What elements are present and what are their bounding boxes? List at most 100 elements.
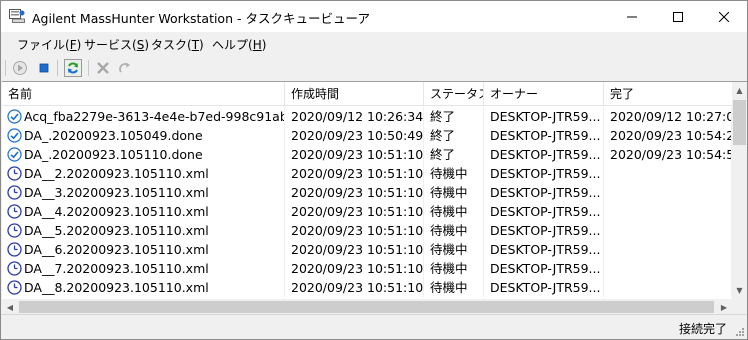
cell-completed: 2020/09/23 10:54:26 bbox=[604, 126, 732, 145]
maximize-icon bbox=[673, 11, 683, 22]
cell-name: DA__8.20200923.105110.xml bbox=[2, 278, 285, 297]
redo-icon bbox=[119, 62, 130, 73]
main-window: Agilent MassHunter Workstation - タスクキュービ… bbox=[0, 0, 748, 340]
cell-name: DA__3.20200923.105110.xml bbox=[2, 183, 285, 202]
delete-button[interactable] bbox=[94, 59, 112, 77]
cell-completed bbox=[604, 259, 732, 278]
scroll-right-arrow-icon[interactable]: ▶ bbox=[716, 299, 732, 314]
column-header-created[interactable]: 作成時間 bbox=[285, 82, 424, 106]
menu-service[interactable]: サービス(S) bbox=[84, 36, 149, 53]
cell-status: 終了 bbox=[424, 107, 484, 126]
cell-created: 2020/09/12 10:26:34 bbox=[285, 107, 424, 126]
cell-created: 2020/09/23 10:51:10 bbox=[285, 240, 424, 259]
table-row[interactable]: DA_.20200923.105110.done 2020/09/23 10:51… bbox=[2, 145, 732, 164]
cell-created: 2020/09/23 10:51:10 bbox=[285, 145, 424, 164]
cell-name: DA__7.20200923.105110.xml bbox=[2, 259, 285, 278]
resize-grip-icon[interactable] bbox=[734, 326, 745, 337]
cell-name: DA_.20200923.105049.done bbox=[2, 126, 285, 145]
cell-owner: DESKTOP-JTR59... bbox=[484, 221, 604, 240]
minimize-icon bbox=[627, 16, 637, 17]
cell-owner: DESKTOP-JTR59... bbox=[484, 183, 604, 202]
table-row[interactable]: DA__7.20200923.105110.xml 2020/09/23 10:5… bbox=[2, 259, 732, 278]
app-icon bbox=[9, 9, 25, 23]
table-row[interactable]: DA_.20200923.105049.done 2020/09/23 10:50… bbox=[2, 126, 732, 145]
close-button[interactable] bbox=[701, 1, 747, 32]
maximize-button[interactable] bbox=[655, 1, 701, 32]
cell-created: 2020/09/23 10:51:10 bbox=[285, 202, 424, 221]
cell-completed bbox=[604, 221, 732, 240]
cell-completed bbox=[604, 183, 732, 202]
horizontal-scroll-thumb[interactable] bbox=[19, 301, 714, 313]
table-row[interactable]: DA__4.20200923.105110.xml 2020/09/23 10:5… bbox=[2, 202, 732, 221]
scrollbar-corner bbox=[732, 299, 747, 314]
cell-status: 待機中 bbox=[424, 164, 484, 183]
stop-button[interactable] bbox=[35, 59, 53, 77]
menu-task[interactable]: タスク(T) bbox=[151, 36, 204, 53]
column-header-name[interactable]: 名前 bbox=[2, 82, 285, 106]
cell-created: 2020/09/23 10:51:10 bbox=[285, 183, 424, 202]
cell-owner: DESKTOP-JTR59... bbox=[484, 107, 604, 126]
cell-created: 2020/09/23 10:51:10 bbox=[285, 278, 424, 297]
cell-completed bbox=[604, 202, 732, 221]
status-bar: 接続完了 bbox=[1, 314, 747, 339]
cell-owner: DESKTOP-JTR59... bbox=[484, 202, 604, 221]
cell-status: 待機中 bbox=[424, 183, 484, 202]
vertical-scrollbar[interactable]: ▲ ▼ bbox=[732, 82, 747, 299]
start-button[interactable] bbox=[11, 59, 29, 77]
horizontal-scrollbar[interactable]: ◀ ▶ bbox=[2, 299, 732, 314]
toolbar-separator bbox=[88, 60, 89, 76]
cell-name: DA__6.20200923.105110.xml bbox=[2, 240, 285, 259]
table-row[interactable]: DA__8.20200923.105110.xml 2020/09/23 10:5… bbox=[2, 278, 732, 297]
table-row[interactable]: DA__3.20200923.105110.xml 2020/09/23 10:5… bbox=[2, 183, 732, 202]
connection-status: 接続完了 bbox=[678, 322, 727, 336]
window-title: Agilent MassHunter Workstation - タスクキュービ… bbox=[32, 11, 370, 26]
scroll-up-arrow-icon[interactable]: ▲ bbox=[732, 82, 747, 99]
start-icon bbox=[13, 61, 27, 75]
table-row[interactable]: DA__5.20200923.105110.xml 2020/09/23 10:5… bbox=[2, 221, 732, 240]
cell-status: 待機中 bbox=[424, 240, 484, 259]
cell-created: 2020/09/23 10:51:10 bbox=[285, 221, 424, 240]
title-bar[interactable]: Agilent MassHunter Workstation - タスクキュービ… bbox=[1, 1, 747, 32]
cell-name: DA__2.20200923.105110.xml bbox=[2, 164, 285, 183]
column-header-completed[interactable]: 完了 bbox=[604, 82, 732, 106]
table-row[interactable]: DA__6.20200923.105110.xml 2020/09/23 10:5… bbox=[2, 240, 732, 259]
refresh-icon bbox=[68, 62, 78, 74]
cell-completed bbox=[604, 164, 732, 183]
minimize-button[interactable] bbox=[609, 1, 655, 32]
scroll-left-arrow-icon[interactable]: ◀ bbox=[2, 299, 18, 314]
cell-created: 2020/09/23 10:50:49 bbox=[285, 126, 424, 145]
column-header-owner[interactable]: オーナー bbox=[484, 82, 604, 106]
menu-help[interactable]: ヘルプ(H) bbox=[212, 36, 266, 53]
cell-created: 2020/09/23 10:51:10 bbox=[285, 259, 424, 278]
cell-status: 終了 bbox=[424, 126, 484, 145]
cell-created: 2020/09/23 10:51:10 bbox=[285, 164, 424, 183]
cell-name: Acq_fba2279e-3613-4e4e-b7ed-998c91ab... bbox=[2, 107, 285, 126]
cell-owner: DESKTOP-JTR59... bbox=[484, 126, 604, 145]
cell-name: DA__4.20200923.105110.xml bbox=[2, 202, 285, 221]
toolbar-separator bbox=[57, 60, 58, 76]
scroll-down-arrow-icon[interactable]: ▼ bbox=[732, 282, 747, 299]
redo-button[interactable] bbox=[116, 59, 134, 77]
cell-status: 終了 bbox=[424, 145, 484, 164]
cell-name: DA_.20200923.105110.done bbox=[2, 145, 285, 164]
refresh-button[interactable] bbox=[64, 59, 82, 77]
cell-owner: DESKTOP-JTR59... bbox=[484, 164, 604, 183]
column-header-status[interactable]: ステータス bbox=[424, 82, 484, 106]
menu-file[interactable]: ファイル(F) bbox=[17, 36, 81, 53]
close-icon bbox=[719, 11, 729, 22]
cell-owner: DESKTOP-JTR59... bbox=[484, 145, 604, 164]
toolbar bbox=[1, 55, 747, 81]
cell-completed: 2020/09/23 10:54:51 bbox=[604, 145, 732, 164]
vertical-scroll-thumb[interactable] bbox=[733, 100, 746, 145]
menu-bar: ファイル(F) サービス(S) タスク(T) ヘルプ(H) bbox=[1, 32, 747, 55]
cell-name: DA__5.20200923.105110.xml bbox=[2, 221, 285, 240]
list-header: 名前 作成時間 ステータス オーナー 完了 bbox=[2, 82, 732, 106]
toolbar-grip bbox=[5, 60, 6, 76]
cell-completed bbox=[604, 240, 732, 259]
table-row[interactable]: DA__2.20200923.105110.xml 2020/09/23 10:5… bbox=[2, 164, 732, 183]
task-list[interactable]: 名前 作成時間 ステータス オーナー 完了 Acq_fba2279e-3613-… bbox=[2, 81, 747, 314]
cell-completed bbox=[604, 278, 732, 297]
table-row[interactable]: Acq_fba2279e-3613-4e4e-b7ed-998c91ab... 2… bbox=[2, 107, 732, 126]
delete-icon bbox=[97, 62, 109, 74]
cell-owner: DESKTOP-JTR59... bbox=[484, 259, 604, 278]
